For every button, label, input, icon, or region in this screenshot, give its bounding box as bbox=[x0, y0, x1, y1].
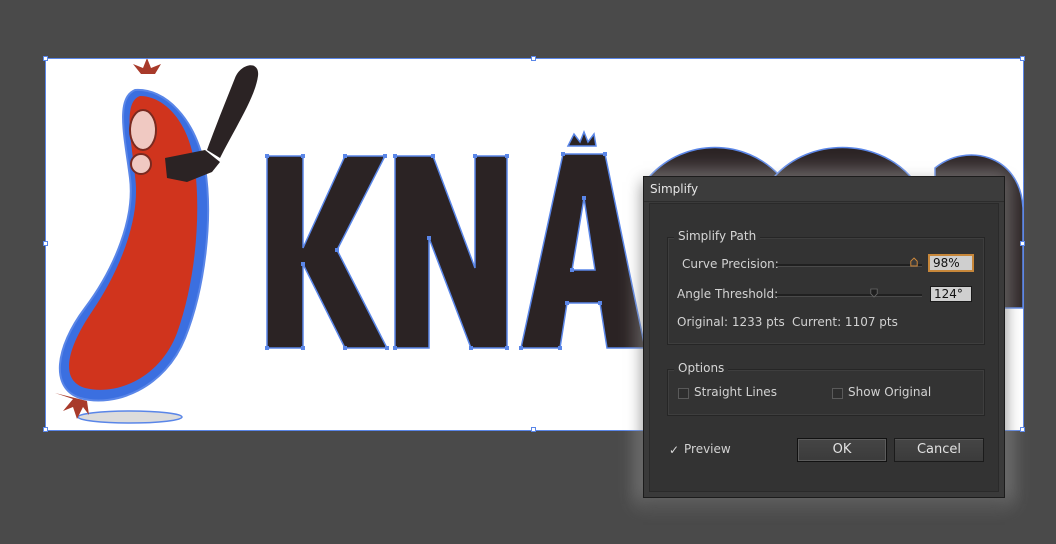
bbox-handle-bottom-left[interactable] bbox=[43, 427, 48, 432]
show-original-label[interactable]: Show Original bbox=[848, 385, 931, 399]
bbox-handle-middle-left[interactable] bbox=[43, 241, 48, 246]
angle-threshold-field[interactable]: 124° bbox=[930, 286, 972, 302]
dialog-body: Simplify Path Curve Precision: 98% Angle… bbox=[649, 203, 999, 492]
options-group-label: Options bbox=[674, 361, 729, 375]
dialog-title: Simplify bbox=[650, 182, 699, 196]
bbox-handle-bottom-right[interactable] bbox=[1020, 427, 1025, 432]
letter-a bbox=[520, 153, 646, 349]
bbox-handle-middle-right[interactable] bbox=[1020, 241, 1025, 246]
simplify-path-group: Simplify Path Curve Precision: 98% Angle… bbox=[667, 229, 985, 345]
curve-precision-slider[interactable] bbox=[776, 264, 922, 267]
mascot-shadow bbox=[77, 410, 183, 424]
preview-label[interactable]: Preview bbox=[684, 442, 731, 456]
simplify-dialog[interactable]: Simplify Simplify Path Curve Precision: … bbox=[643, 176, 1005, 498]
angle-threshold-slider[interactable] bbox=[776, 294, 922, 297]
letter-k bbox=[266, 155, 389, 349]
bbox-handle-top-left[interactable] bbox=[43, 56, 48, 61]
angle-threshold-label: Angle Threshold: bbox=[677, 287, 779, 301]
simplify-path-group-label: Simplify Path bbox=[674, 229, 761, 243]
straight-lines-checkbox[interactable] bbox=[678, 388, 689, 399]
current-points-label: Current: 1107 pts bbox=[792, 315, 898, 329]
show-original-checkbox[interactable] bbox=[832, 388, 843, 399]
mascot-face bbox=[129, 109, 157, 151]
mascot-mouth bbox=[130, 153, 152, 175]
letter-a-crown bbox=[566, 129, 597, 147]
curve-precision-label: Curve Precision: bbox=[682, 257, 779, 271]
bbox-handle-top-center[interactable] bbox=[531, 56, 536, 61]
ok-button[interactable]: OK bbox=[797, 438, 887, 462]
curve-precision-field[interactable]: 98% bbox=[928, 254, 974, 272]
sausage-mascot[interactable] bbox=[55, 58, 259, 424]
options-group: Options Straight Lines Show Original bbox=[667, 361, 985, 416]
letter-n bbox=[394, 155, 508, 349]
mascot-bat bbox=[207, 65, 259, 158]
bbox-handle-top-right[interactable] bbox=[1020, 56, 1025, 61]
dialog-title-bar[interactable]: Simplify bbox=[644, 177, 1004, 202]
straight-lines-label[interactable]: Straight Lines bbox=[694, 385, 777, 399]
curve-precision-slider-thumb[interactable] bbox=[910, 257, 918, 267]
angle-threshold-slider-thumb[interactable] bbox=[870, 288, 878, 298]
preview-checkbox[interactable]: ✓ bbox=[669, 444, 681, 456]
original-points-label: Original: 1233 pts bbox=[677, 315, 785, 329]
cancel-button[interactable]: Cancel bbox=[894, 438, 984, 462]
mascot-top-tuft bbox=[133, 58, 161, 74]
bbox-handle-bottom-center[interactable] bbox=[531, 427, 536, 432]
